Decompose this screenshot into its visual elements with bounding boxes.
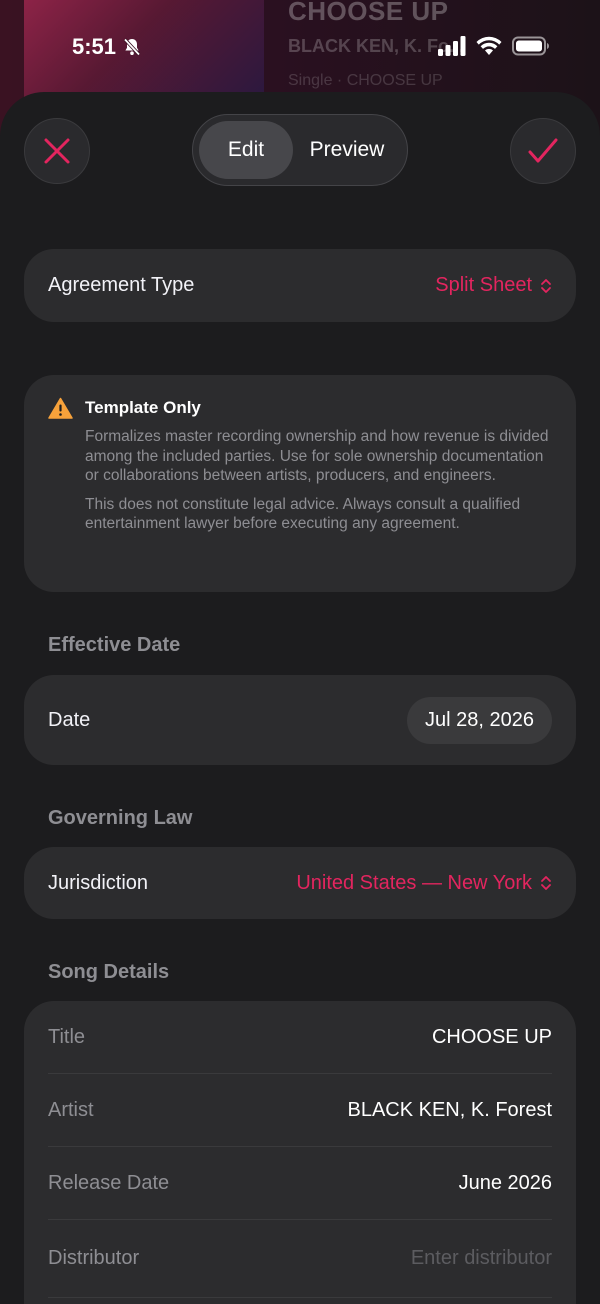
- song-detail-label: Title: [48, 1025, 86, 1048]
- agreement-type-value: Split Sheet: [435, 274, 532, 296]
- agreement-type-row[interactable]: Agreement Type Split Sheet: [24, 249, 576, 322]
- warning-icon: [48, 397, 73, 419]
- song-details-section-title: Song Details: [48, 961, 170, 983]
- edit-preview-segmented-control: Edit Preview: [192, 114, 408, 186]
- segment-edit[interactable]: Edit: [199, 121, 293, 179]
- song-detail-label: Artist: [48, 1098, 94, 1121]
- notice-title: Template Only: [85, 398, 201, 417]
- song-detail-row-distributor[interactable]: Distributor Enter distributor: [48, 1220, 552, 1298]
- song-detail-value: June 2026: [458, 1171, 552, 1194]
- notice-body: Formalizes master recording ownership an…: [85, 428, 549, 484]
- template-notice-card: Template Only Formalizes master recordin…: [24, 375, 576, 592]
- jurisdiction-value: United States — New York: [296, 871, 532, 894]
- background-track-title: CHOOSE UP: [288, 0, 449, 26]
- chevron-up-down-icon: [541, 278, 551, 293]
- checkmark-icon: [528, 138, 558, 163]
- jurisdiction-picker[interactable]: United States — New York: [296, 872, 552, 895]
- effective-date-row: Date Jul 28, 2026: [24, 675, 576, 765]
- song-detail-value: CHOOSE UP: [431, 1025, 552, 1048]
- bell-slash-icon: [123, 38, 141, 56]
- governing-law-card: Jurisdiction United States — New York: [24, 847, 576, 919]
- date-picker[interactable]: Jul 28, 2026: [407, 696, 552, 744]
- chevron-up-down-icon: [541, 876, 551, 890]
- distributor-input[interactable]: Enter distributor: [411, 1247, 552, 1270]
- segment-preview[interactable]: Preview: [293, 121, 401, 179]
- status-time-text: 5:51: [72, 34, 117, 59]
- notice-header: Template Only: [48, 397, 552, 419]
- close-icon: [44, 138, 70, 164]
- date-label: Date: [48, 708, 91, 731]
- agreement-type-label: Agreement Type: [48, 274, 195, 296]
- close-button[interactable]: [24, 118, 90, 184]
- governing-law-section-title: Governing Law: [48, 807, 193, 829]
- notice-disclaimer: This does not constitute legal advice. A…: [85, 495, 521, 533]
- jurisdiction-label: Jurisdiction: [48, 871, 149, 894]
- background-track-meta: Single · CHOOSE UP: [288, 72, 443, 89]
- song-detail-row-release-date[interactable]: Release Date June 2026: [48, 1147, 552, 1220]
- wifi-icon: [476, 36, 502, 55]
- agreement-type-picker[interactable]: Split Sheet: [435, 274, 552, 297]
- song-details-card: Title CHOOSE UP Artist BLACK KEN, K. For…: [24, 1001, 576, 1304]
- cellular-signal-icon: [438, 36, 466, 56]
- done-button[interactable]: [510, 118, 576, 184]
- effective-date-section-title: Effective Date: [48, 634, 181, 656]
- agreement-type-card: Agreement Type Split Sheet: [24, 249, 576, 322]
- song-detail-label: Release Date: [48, 1171, 170, 1194]
- jurisdiction-row[interactable]: Jurisdiction United States — New York: [24, 847, 576, 919]
- song-detail-row-artist[interactable]: Artist BLACK KEN, K. Forest: [48, 1074, 552, 1147]
- status-time: 5:51: [72, 34, 142, 60]
- song-detail-label: Distributor: [48, 1247, 140, 1269]
- status-bar: 5:51: [0, 32, 600, 66]
- status-right-icons: [438, 36, 550, 56]
- battery-icon: [512, 36, 549, 56]
- effective-date-card: Date Jul 28, 2026: [24, 675, 576, 765]
- song-detail-value: BLACK KEN, K. Forest: [347, 1098, 552, 1121]
- agreement-sheet: Edit Preview Agreement Type Split Sheet: [0, 92, 600, 1304]
- song-detail-row-title[interactable]: Title CHOOSE UP: [48, 1001, 552, 1074]
